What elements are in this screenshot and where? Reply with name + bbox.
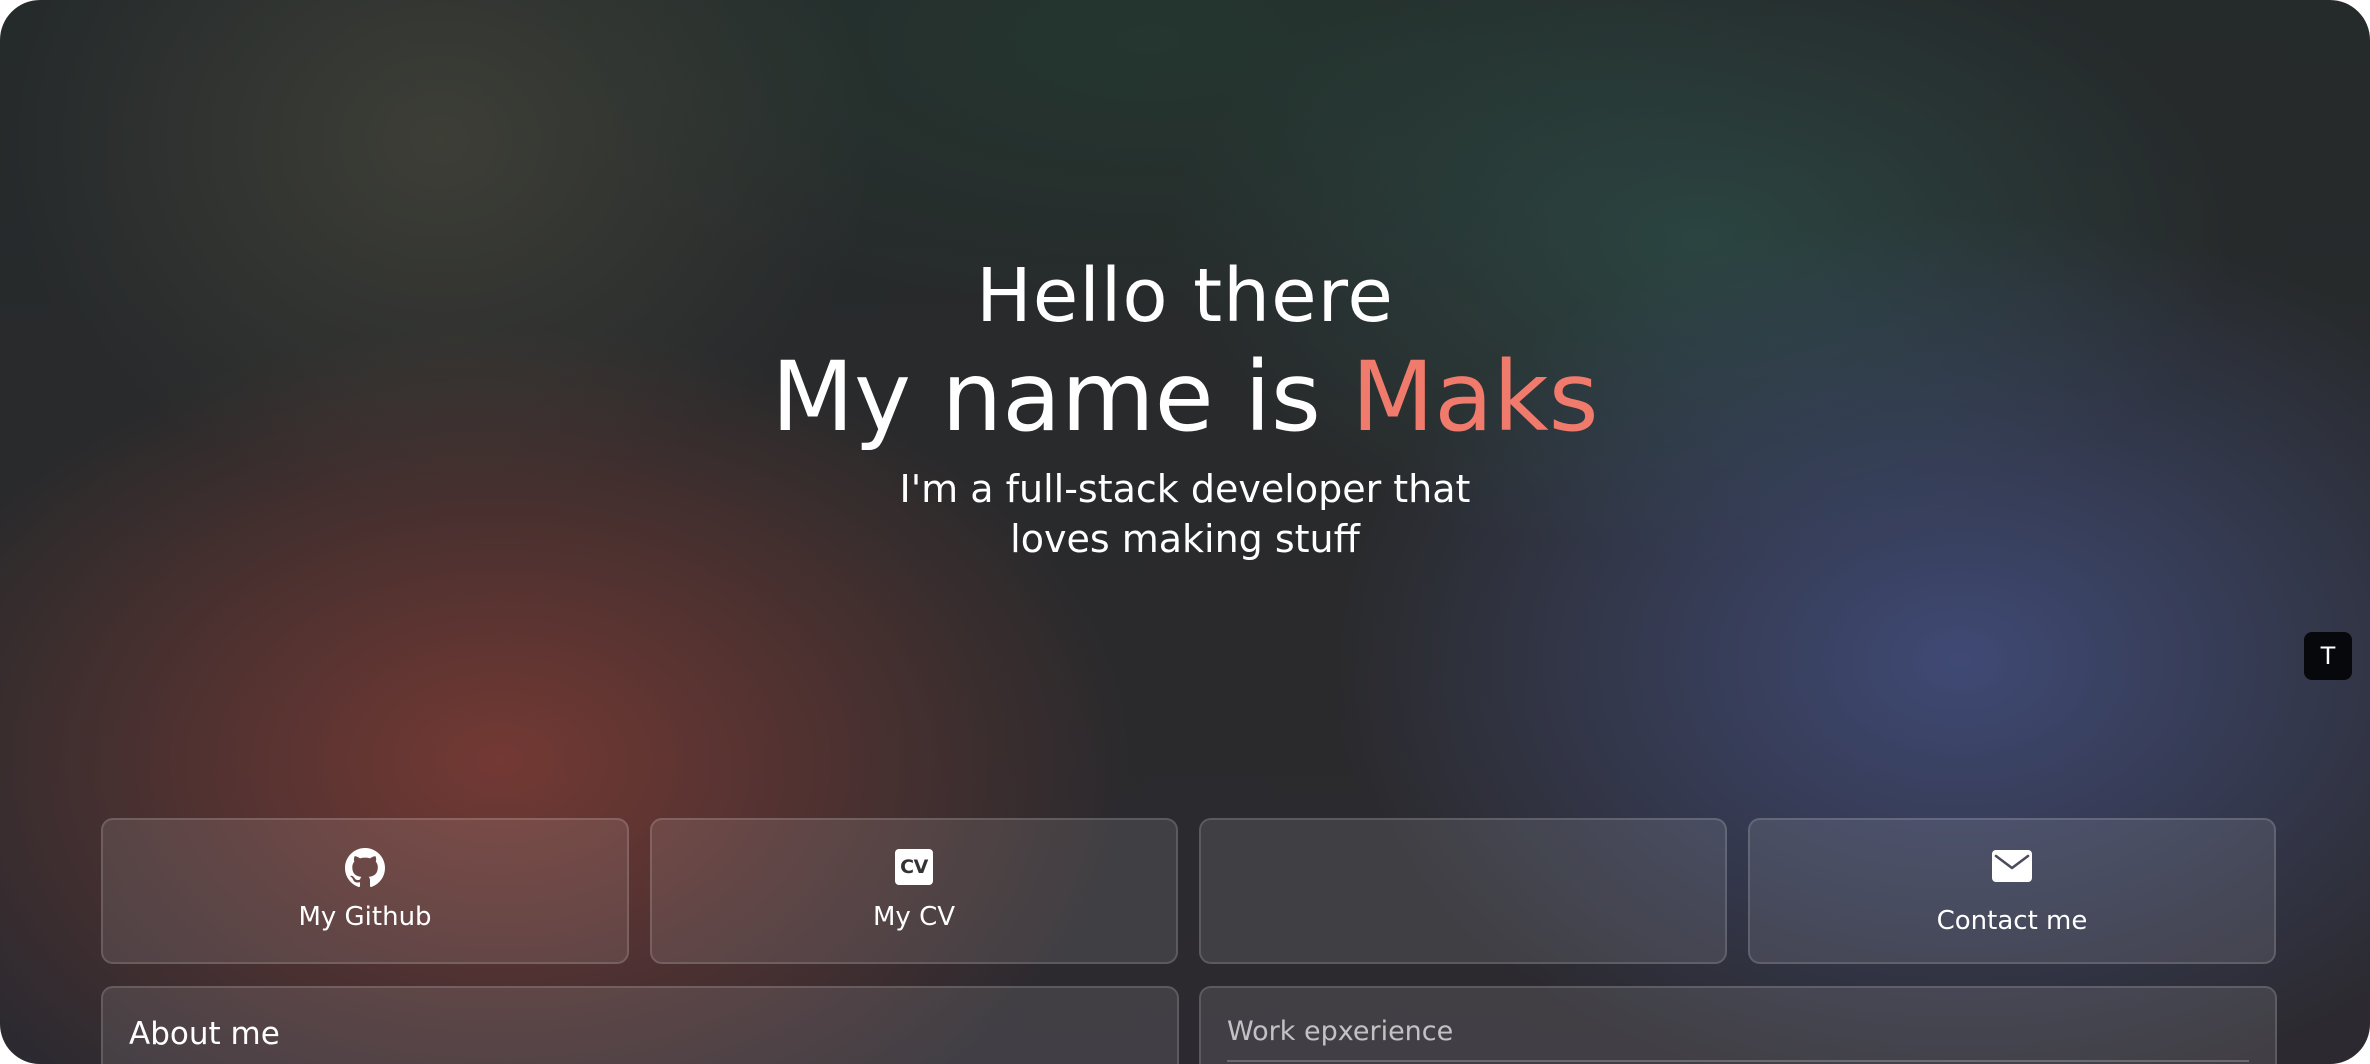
name-heading: My name is Maks [0, 340, 2370, 454]
cv-label: My CV [872, 902, 956, 932]
contact-label: Contact me [1936, 906, 2088, 936]
about-title: About me [129, 1016, 280, 1052]
cv-icon: CV [895, 849, 933, 885]
work-divider [1227, 1060, 2249, 1062]
mail-icon [1992, 850, 2032, 886]
work-experience-title: Work epxerience [1227, 1016, 1454, 1047]
name-prefix: My name is [771, 341, 1352, 453]
name-highlight: Maks [1351, 341, 1599, 453]
greeting-heading: Hello there [976, 253, 1394, 339]
tagline-line-2: loves making stuff [1010, 517, 1360, 561]
github-link-card[interactable]: My Github [101, 818, 629, 964]
github-icon [345, 848, 385, 892]
github-label: My Github [298, 902, 432, 932]
tagline-line-1: I'm a full-stack developer that [899, 467, 1471, 511]
cv-link-card[interactable]: CV My CV [650, 818, 1178, 964]
contact-link-card[interactable]: Contact me [1748, 818, 2276, 964]
tagline: I'm a full-stack developer that loves ma… [0, 464, 2370, 564]
cv-icon-text: CV [895, 849, 933, 885]
hero-section: Hello there My name is Maks I'm a full-s… [0, 248, 2370, 564]
page-window: Hello there My name is Maks I'm a full-s… [0, 0, 2370, 1064]
about-section: About me [101, 986, 1179, 1064]
work-experience-section: Work epxerience [1199, 986, 2277, 1064]
empty-link-card[interactable] [1199, 818, 1727, 964]
theme-toggle-button[interactable]: T [2304, 632, 2352, 680]
